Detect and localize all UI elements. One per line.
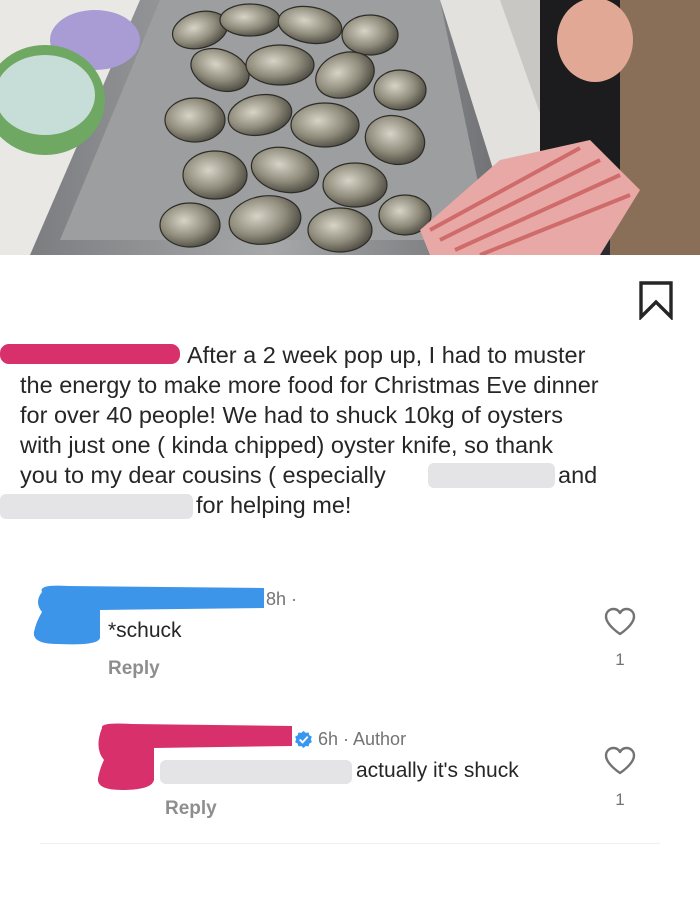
heart-icon (604, 746, 636, 775)
comment-2-like-count: 1 (615, 790, 625, 809)
comment-2-like-button[interactable] (603, 745, 637, 777)
caption-line-4: with just one ( kinda chipped) oyster kn… (20, 432, 553, 458)
comment-1-reply-button[interactable]: Reply (108, 658, 160, 680)
caption-line-5-and: and (558, 462, 598, 488)
comment-1-text: *schuck (108, 619, 182, 642)
caption-line-6: for helping me! (196, 492, 352, 518)
save-bookmark-button[interactable] (636, 280, 676, 322)
redacted-mention-2 (0, 494, 193, 519)
redacted-username (0, 344, 180, 364)
comment-1-time: 8h · (266, 589, 298, 609)
comment-1-like-count: 1 (615, 650, 625, 669)
redacted-mention-1 (428, 463, 555, 488)
caption-line-2: the energy to make more food for Christm… (20, 372, 599, 398)
comment-2-text: actually it's shuck (356, 759, 519, 782)
heart-icon (604, 607, 636, 636)
caption-line-1: After a 2 week pop up, I had to muster (187, 342, 586, 368)
comment-2-time: 6h · Author (318, 729, 407, 749)
caption-line-5: you to my dear cousins ( especially (20, 462, 386, 488)
redacted-mention-reply (160, 760, 352, 784)
verified-badge-icon (295, 730, 312, 749)
comment-1-like-button[interactable] (603, 606, 637, 638)
divider (40, 843, 660, 844)
post-photo[interactable] (0, 0, 700, 255)
comment-2-reply-button[interactable]: Reply (165, 798, 217, 820)
oysters-in-sink-image (0, 0, 700, 255)
caption-line-3: for over 40 people! We had to shuck 10kg… (20, 402, 563, 428)
bookmark-icon (639, 281, 673, 322)
